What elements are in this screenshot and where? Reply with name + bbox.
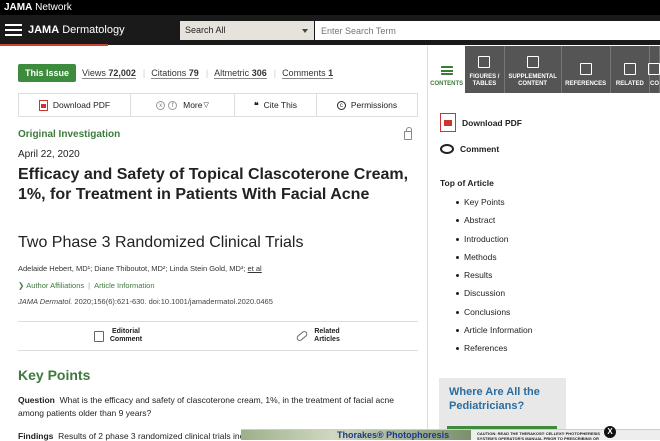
quote-icon <box>579 63 592 75</box>
toc-item-abstract[interactable]: Abstract <box>456 215 533 233</box>
article-title: Efficacy and Safety of Topical Clascoter… <box>18 166 409 203</box>
key-points-question: Question What is the efficacy and safety… <box>18 395 394 418</box>
toc-item-results[interactable]: Results <box>456 270 533 288</box>
toc-item-discussion[interactable]: Discussion <box>456 288 533 306</box>
permissions-button[interactable]: c Permissions <box>317 94 417 116</box>
paperclip-icon <box>526 56 539 68</box>
facebook-icon[interactable]: f <box>168 100 178 110</box>
advertisement-banner[interactable]: Thorakes® Photophoresis CAUTION: READ TH… <box>241 429 660 440</box>
comment-icon <box>440 144 454 154</box>
sidebar-comment[interactable]: Comment <box>440 144 499 154</box>
tab-supplemental-content[interactable]: SUPPLEMENTAL CONTENT <box>504 46 562 93</box>
toc-heading[interactable]: Top of Article <box>440 178 494 188</box>
twitter-icon[interactable]: x <box>156 100 166 110</box>
author-affiliations-link[interactable]: Author Affiliations <box>26 281 84 290</box>
copyright-icon: c <box>336 100 346 110</box>
close-ad-button[interactable]: X <box>604 426 616 438</box>
header-accent-rule <box>0 44 108 46</box>
article-toolbar: Download PDF x f More ▽ ❝ Cite This c Permi… <box>18 93 418 117</box>
citation-line: JAMA Dermatol. 2020;156(6):621-630. doi:… <box>18 297 273 306</box>
open-lock-icon <box>404 127 412 140</box>
toc-item-article-information[interactable]: Article Information <box>456 325 533 343</box>
citations-stat[interactable]: Citations 79 <box>151 68 199 79</box>
related-articles-button[interactable]: Related Articles <box>218 322 418 350</box>
site-header: JAMA Dermatology Search All <box>0 15 660 45</box>
cite-this-button[interactable]: ❝ Cite This <box>235 94 317 116</box>
tab-figures-tables[interactable]: FIGURES / TABLES <box>465 46 505 93</box>
author-list: Adelaide Hebert, MD¹; Diane Thiboutot, M… <box>18 264 262 273</box>
table-of-contents: Key Points Abstract Introduction Methods… <box>456 197 533 362</box>
tab-comments[interactable]: CO <box>648 46 660 93</box>
search-input[interactable] <box>315 21 660 40</box>
pdf-icon <box>38 99 48 111</box>
menu-icon[interactable] <box>5 24 22 36</box>
article-stats: This Issue Views 72,002 | Citations 79 |… <box>18 64 340 82</box>
article-actions-bar: Editorial Comment Related Articles <box>18 321 418 351</box>
article-information-link[interactable]: Article Information <box>94 281 154 290</box>
link-icon <box>623 63 636 75</box>
sidebar-tabs: CONTENTS FIGURES / TABLES SUPPLEMENTAL C… <box>428 46 660 93</box>
chevron-down-icon: ▽ <box>203 102 209 109</box>
toc-item-introduction[interactable]: Introduction <box>456 234 533 252</box>
toc-item-key-points[interactable]: Key Points <box>456 197 533 215</box>
network-brand[interactable]: JAMA <box>4 2 32 13</box>
share-more-button[interactable]: x f More ▽ <box>131 94 235 116</box>
caret-down-icon <box>302 29 308 33</box>
comments-stat[interactable]: Comments 1 <box>282 68 334 79</box>
article-subtitle: Two Phase 3 Randomized Clinical Trials <box>18 234 304 251</box>
toc-item-methods[interactable]: Methods <box>456 252 533 270</box>
tab-related[interactable]: RELATED <box>610 46 650 93</box>
journal-logo[interactable]: JAMA Dermatology <box>28 15 125 45</box>
tab-references[interactable]: REFERENCES <box>561 46 611 93</box>
quote-icon: ❝ <box>254 99 259 110</box>
ad-brand: Thorakes® Photophoresis <box>337 430 450 440</box>
author-names[interactable]: Adelaide Hebert, MD¹; Diane Thiboutot, M… <box>18 264 248 273</box>
document-icon <box>93 330 104 342</box>
this-issue-badge[interactable]: This Issue <box>18 64 77 82</box>
promo-title[interactable]: Where Are All the Pediatricians? <box>449 385 559 413</box>
views-stat[interactable]: Views 72,002 <box>82 68 136 79</box>
column-divider <box>427 46 428 440</box>
et-al-link[interactable]: et al <box>248 264 262 273</box>
toc-item-conclusions[interactable]: Conclusions <box>456 307 533 325</box>
publish-date: April 22, 2020 <box>18 149 80 160</box>
sidebar-download-pdf[interactable]: Download PDF <box>440 113 522 132</box>
article-type: Original Investigation <box>18 129 121 140</box>
author-info-links: ❯ Author Affiliations | Article Information <box>18 281 155 290</box>
key-points-heading: Key Points <box>18 367 91 383</box>
search-scope-select[interactable]: Search All <box>180 21 314 40</box>
image-icon <box>478 56 491 68</box>
chevron-right-icon: ❯ <box>18 281 25 290</box>
network-bar: JAMA Network <box>0 0 660 15</box>
toc-item-references[interactable]: References <box>456 343 533 361</box>
link-icon <box>295 329 309 343</box>
tab-contents[interactable]: CONTENTS <box>428 46 466 93</box>
editorial-comment-button[interactable]: Editorial Comment <box>18 322 218 350</box>
pdf-icon <box>440 113 456 132</box>
list-icon <box>440 66 453 75</box>
ad-fine-print: CAUTION: READ THE THERAKOS® CELLEX® PHOT… <box>477 431 600 440</box>
download-pdf-button[interactable]: Download PDF <box>19 94 131 116</box>
altmetric-stat[interactable]: Altmetric 306 <box>214 68 267 79</box>
network-suffix: Network <box>35 2 72 13</box>
comment-icon <box>648 63 660 75</box>
